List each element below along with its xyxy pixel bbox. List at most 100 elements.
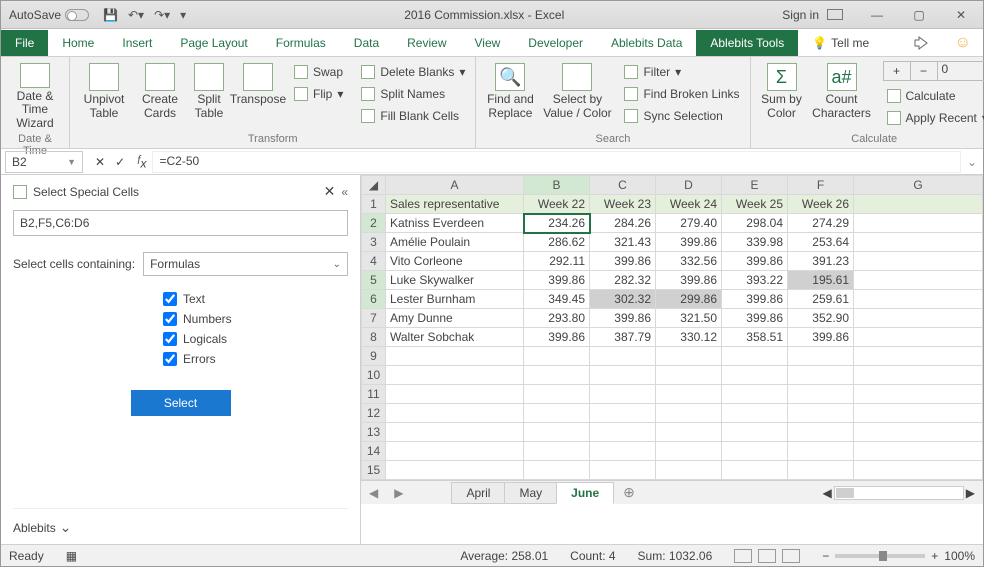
cell[interactable] — [386, 366, 524, 385]
header-cell[interactable]: Sales representative — [386, 195, 524, 214]
view-normal-icon[interactable] — [734, 549, 752, 563]
worksheet-grid[interactable]: ◢ A B C D E F G 1 Sales representative W… — [361, 175, 983, 544]
cell[interactable] — [386, 347, 524, 366]
cell[interactable]: Walter Sobchak — [386, 328, 524, 347]
cell[interactable] — [590, 385, 656, 404]
accept-icon[interactable]: ✓ — [115, 155, 125, 169]
zoom-control[interactable]: − + 100% — [822, 549, 975, 563]
cell[interactable] — [854, 290, 983, 309]
row-header[interactable]: 1 — [362, 195, 386, 214]
cell[interactable] — [854, 347, 983, 366]
cell[interactable] — [524, 347, 590, 366]
cell[interactable]: 399.86 — [722, 309, 788, 328]
row-header[interactable]: 4 — [362, 252, 386, 271]
cell[interactable] — [386, 385, 524, 404]
tab-ablebits-tools[interactable]: Ablebits Tools — [696, 30, 798, 56]
cell[interactable] — [524, 404, 590, 423]
cell[interactable] — [590, 461, 656, 480]
cell[interactable]: 399.86 — [590, 309, 656, 328]
cell[interactable]: Luke Skywalker — [386, 271, 524, 290]
cell[interactable]: 399.86 — [656, 233, 722, 252]
col-header[interactable]: A — [386, 176, 524, 195]
swap-button[interactable]: Swap — [290, 61, 347, 83]
check-text[interactable]: Text — [163, 292, 348, 306]
cell[interactable]: 286.62 — [524, 233, 590, 252]
transpose-button[interactable]: Transpose — [234, 61, 282, 131]
range-input[interactable] — [13, 210, 348, 236]
cell[interactable] — [656, 366, 722, 385]
cell[interactable] — [656, 461, 722, 480]
cell-selected[interactable]: 299.86 — [656, 290, 722, 309]
row-header[interactable]: 15 — [362, 461, 386, 480]
cell[interactable] — [722, 442, 788, 461]
sum-by-color-button[interactable]: ΣSum by Color — [757, 61, 807, 131]
zoom-in-icon[interactable]: + — [931, 549, 938, 563]
cell[interactable]: 399.86 — [788, 328, 854, 347]
cell[interactable] — [386, 442, 524, 461]
sheet-tab-may[interactable]: May — [504, 482, 557, 504]
cell[interactable] — [854, 423, 983, 442]
collapse-pane-icon[interactable]: « — [341, 185, 348, 199]
row-header[interactable]: 8 — [362, 328, 386, 347]
autosave-toggle[interactable]: AutoSave — [9, 8, 89, 22]
row-header[interactable]: 12 — [362, 404, 386, 423]
cell[interactable] — [854, 385, 983, 404]
cell[interactable]: 279.40 — [656, 214, 722, 233]
header-cell[interactable]: Week 25 — [722, 195, 788, 214]
cell[interactable]: 321.43 — [590, 233, 656, 252]
cell[interactable]: 330.12 — [656, 328, 722, 347]
chevron-down-icon[interactable]: ⌄ — [333, 259, 341, 270]
cell[interactable]: 332.56 — [656, 252, 722, 271]
col-header[interactable]: B — [524, 176, 590, 195]
col-header[interactable]: G — [854, 176, 983, 195]
cell[interactable] — [524, 461, 590, 480]
cell[interactable] — [590, 404, 656, 423]
header-cell[interactable]: Week 23 — [590, 195, 656, 214]
col-header[interactable]: E — [722, 176, 788, 195]
sign-in-link[interactable]: Sign in — [782, 8, 819, 22]
view-page-layout-icon[interactable] — [758, 549, 776, 563]
cell[interactable] — [788, 366, 854, 385]
cell[interactable] — [854, 328, 983, 347]
zoom-value[interactable]: 100% — [944, 549, 975, 563]
row-header[interactable]: 10 — [362, 366, 386, 385]
row-header[interactable]: 11 — [362, 385, 386, 404]
cell[interactable] — [722, 385, 788, 404]
cell[interactable] — [788, 442, 854, 461]
sync-selection-button[interactable]: Sync Selection — [620, 105, 743, 127]
col-header[interactable]: C — [590, 176, 656, 195]
cell[interactable] — [722, 347, 788, 366]
col-header[interactable]: D — [656, 176, 722, 195]
formula-input[interactable]: =C2-50 — [152, 151, 960, 173]
row-header[interactable]: 13 — [362, 423, 386, 442]
tab-insert[interactable]: Insert — [108, 30, 166, 56]
sheet-tab-april[interactable]: April — [451, 482, 505, 504]
dec-button[interactable]: − — [910, 61, 938, 81]
find-replace-button[interactable]: 🔍Find and Replace — [482, 61, 538, 131]
select-all-corner[interactable]: ◢ — [362, 176, 386, 195]
cell[interactable] — [788, 385, 854, 404]
fx-icon[interactable]: fx — [137, 153, 146, 170]
cell[interactable]: 399.86 — [722, 290, 788, 309]
cell[interactable]: 298.04 — [722, 214, 788, 233]
toggle-off-icon[interactable] — [65, 9, 89, 21]
cell-selected[interactable]: 302.32 — [590, 290, 656, 309]
unpivot-table-button[interactable]: Unpivot Table — [76, 61, 132, 131]
tab-data[interactable]: Data — [340, 30, 393, 56]
row-header[interactable]: 9 — [362, 347, 386, 366]
ribbon-display-icon[interactable] — [827, 9, 843, 20]
cell[interactable] — [788, 347, 854, 366]
add-sheet-button[interactable]: ⊕ — [613, 484, 645, 501]
cell[interactable] — [854, 195, 983, 214]
apply-recent-button[interactable]: Apply Recent ▾ — [883, 107, 984, 129]
cancel-icon[interactable]: ✕ — [95, 155, 105, 169]
cell[interactable] — [722, 366, 788, 385]
fill-blank-cells-button[interactable]: Fill Blank Cells — [357, 105, 469, 127]
minimize-button[interactable]: — — [857, 1, 897, 29]
cell[interactable]: Lester Burnham — [386, 290, 524, 309]
row-header[interactable]: 5 — [362, 271, 386, 290]
checkbox[interactable] — [163, 332, 177, 346]
cell[interactable]: 391.23 — [788, 252, 854, 271]
cell[interactable] — [656, 423, 722, 442]
cell[interactable] — [524, 385, 590, 404]
